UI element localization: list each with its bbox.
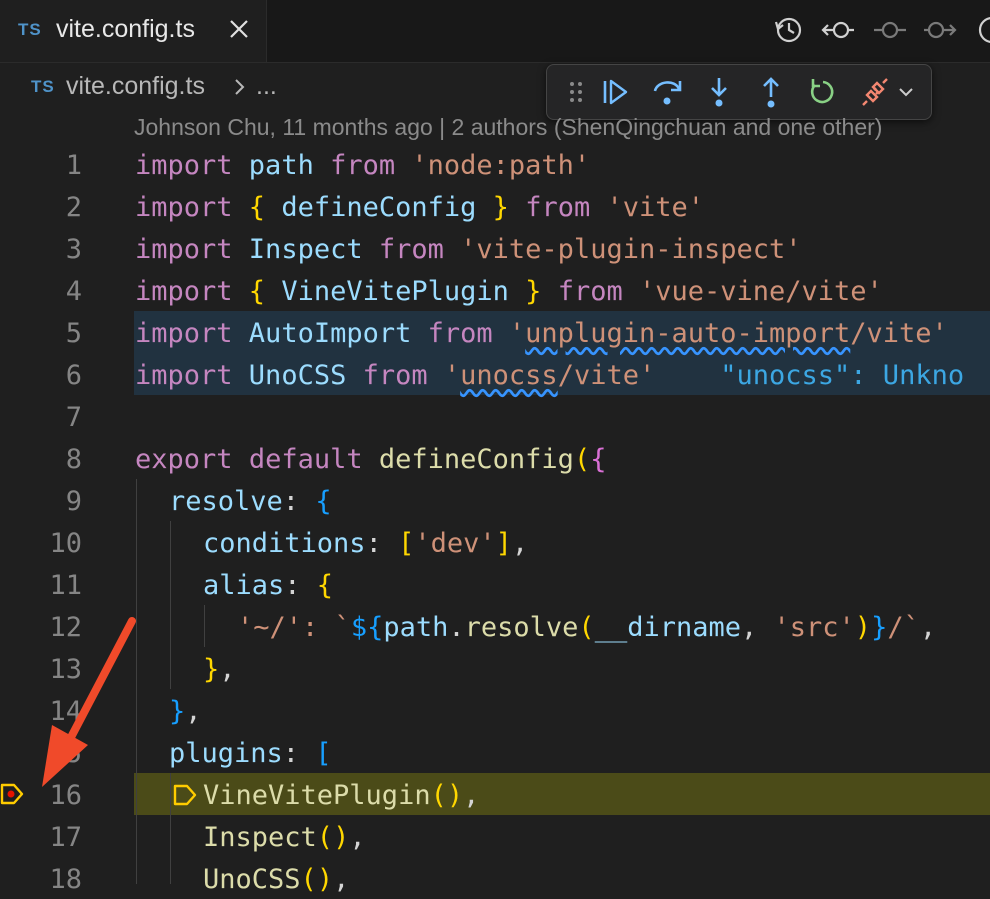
line-number: 6 bbox=[65, 360, 82, 391]
tab-label: vite.config.ts bbox=[56, 15, 195, 43]
code-line[interactable]: 18 UnoCSS(), bbox=[0, 857, 990, 899]
line-number: 3 bbox=[65, 234, 82, 265]
line-number: 2 bbox=[65, 192, 82, 223]
code-text: Inspect(), bbox=[203, 822, 366, 853]
disconnect-icon[interactable] bbox=[857, 75, 893, 109]
tab-bar: TS vite.config.ts bbox=[0, 0, 990, 63]
tab-vite-config[interactable]: TS vite.config.ts bbox=[0, 0, 267, 62]
code-line[interactable]: 13 }, bbox=[0, 647, 990, 689]
code-line[interactable]: 7 bbox=[0, 395, 990, 437]
breakpoint-icon[interactable] bbox=[0, 780, 26, 808]
timeline-icon[interactable] bbox=[768, 10, 808, 50]
line-number: 5 bbox=[65, 318, 82, 349]
code-line[interactable]: 11 alias: { bbox=[0, 563, 990, 605]
chevron-down-icon[interactable] bbox=[893, 75, 919, 109]
code-text: }, bbox=[203, 654, 236, 685]
line-number: 18 bbox=[49, 864, 82, 895]
code-line[interactable]: 5 import AutoImport from 'unplugin-auto-… bbox=[0, 311, 990, 353]
restart-icon[interactable] bbox=[805, 75, 841, 109]
code-text: UnoCSS(), bbox=[203, 864, 350, 895]
line-number: 7 bbox=[65, 402, 82, 433]
code-line[interactable]: 16 VineVitePlugin(), bbox=[0, 773, 990, 815]
code-text: '~/': `${path.resolve(__dirname, 'src')}… bbox=[237, 612, 937, 643]
breadcrumb-more[interactable]: ... bbox=[256, 72, 277, 101]
debug-toolbar bbox=[546, 64, 932, 120]
code-text: resolve: { bbox=[169, 486, 332, 517]
code-line[interactable]: 9 resolve: { bbox=[0, 479, 990, 521]
code-line[interactable]: 17 Inspect(), bbox=[0, 815, 990, 857]
line-number: 1 bbox=[65, 150, 82, 181]
code-line[interactable]: 10 conditions: ['dev'], bbox=[0, 521, 990, 563]
typescript-file-icon: TS bbox=[18, 20, 42, 39]
code-line[interactable]: 2 import { defineConfig } from 'vite' bbox=[0, 185, 990, 227]
step-out-icon[interactable] bbox=[753, 75, 789, 109]
line-number: 4 bbox=[65, 276, 82, 307]
line-number: 9 bbox=[65, 486, 82, 517]
line-number: 8 bbox=[65, 444, 82, 475]
code-text: import path from 'node:path' bbox=[135, 150, 591, 181]
gripper-icon[interactable] bbox=[559, 75, 595, 109]
inline-error-message: "unocss": Unkno bbox=[655, 360, 965, 391]
breadcrumb-file[interactable]: vite.config.ts bbox=[66, 72, 205, 101]
code-line[interactable]: 4 import { VineVitePlugin } from 'vue-vi… bbox=[0, 269, 990, 311]
code-line[interactable]: 15 plugins: [ bbox=[0, 731, 990, 773]
code-line[interactable]: 8 export default defineConfig({ bbox=[0, 437, 990, 479]
go-back-icon[interactable] bbox=[818, 10, 858, 50]
code-text: }, bbox=[169, 696, 202, 727]
code-text: alias: { bbox=[203, 570, 334, 601]
continue-icon[interactable] bbox=[597, 75, 633, 109]
code-line[interactable]: 3 import Inspect from 'vite-plugin-inspe… bbox=[0, 227, 990, 269]
code-text: export default defineConfig({ bbox=[135, 444, 607, 475]
annotation-arrow-icon bbox=[42, 617, 136, 787]
line-number: 17 bbox=[49, 822, 82, 853]
code-text: VineVitePlugin(), bbox=[203, 780, 480, 811]
step-over-icon[interactable] bbox=[649, 75, 685, 109]
typescript-file-icon: TS bbox=[31, 77, 55, 96]
close-icon[interactable] bbox=[226, 16, 252, 42]
code-text: conditions: ['dev'], bbox=[203, 528, 529, 559]
code-text: import Inspect from 'vite-plugin-inspect… bbox=[135, 234, 802, 265]
go-forward-icon[interactable] bbox=[920, 10, 960, 50]
step-into-icon[interactable] bbox=[701, 75, 737, 109]
debug-stack-frame-icon bbox=[173, 784, 197, 806]
git-blame-annotation[interactable]: Johnson Chu, 11 months ago | 2 authors (… bbox=[134, 114, 882, 141]
code-text: plugins: [ bbox=[169, 738, 332, 769]
code-line[interactable]: 14 }, bbox=[0, 689, 990, 731]
chevron-right-icon bbox=[235, 79, 245, 95]
code-text: import { defineConfig } from 'vite' bbox=[135, 192, 705, 223]
info-icon[interactable] bbox=[972, 10, 990, 50]
commit-icon[interactable] bbox=[870, 10, 910, 50]
code-line[interactable]: 12 '~/': `${path.resolve(__dirname, 'src… bbox=[0, 605, 990, 647]
code-line[interactable]: 6 import UnoCSS from 'unocss/vite' "unoc… bbox=[0, 353, 990, 395]
line-number: 11 bbox=[49, 570, 82, 601]
line-number: 10 bbox=[49, 528, 82, 559]
code-text: import UnoCSS from 'unocss/vite' "unocss… bbox=[135, 360, 965, 391]
code-text: import { VineVitePlugin } from 'vue-vine… bbox=[135, 276, 883, 307]
code-line[interactable]: 1 import path from 'node:path' bbox=[0, 143, 990, 185]
code-text: import AutoImport from 'unplugin-auto-im… bbox=[135, 318, 948, 349]
